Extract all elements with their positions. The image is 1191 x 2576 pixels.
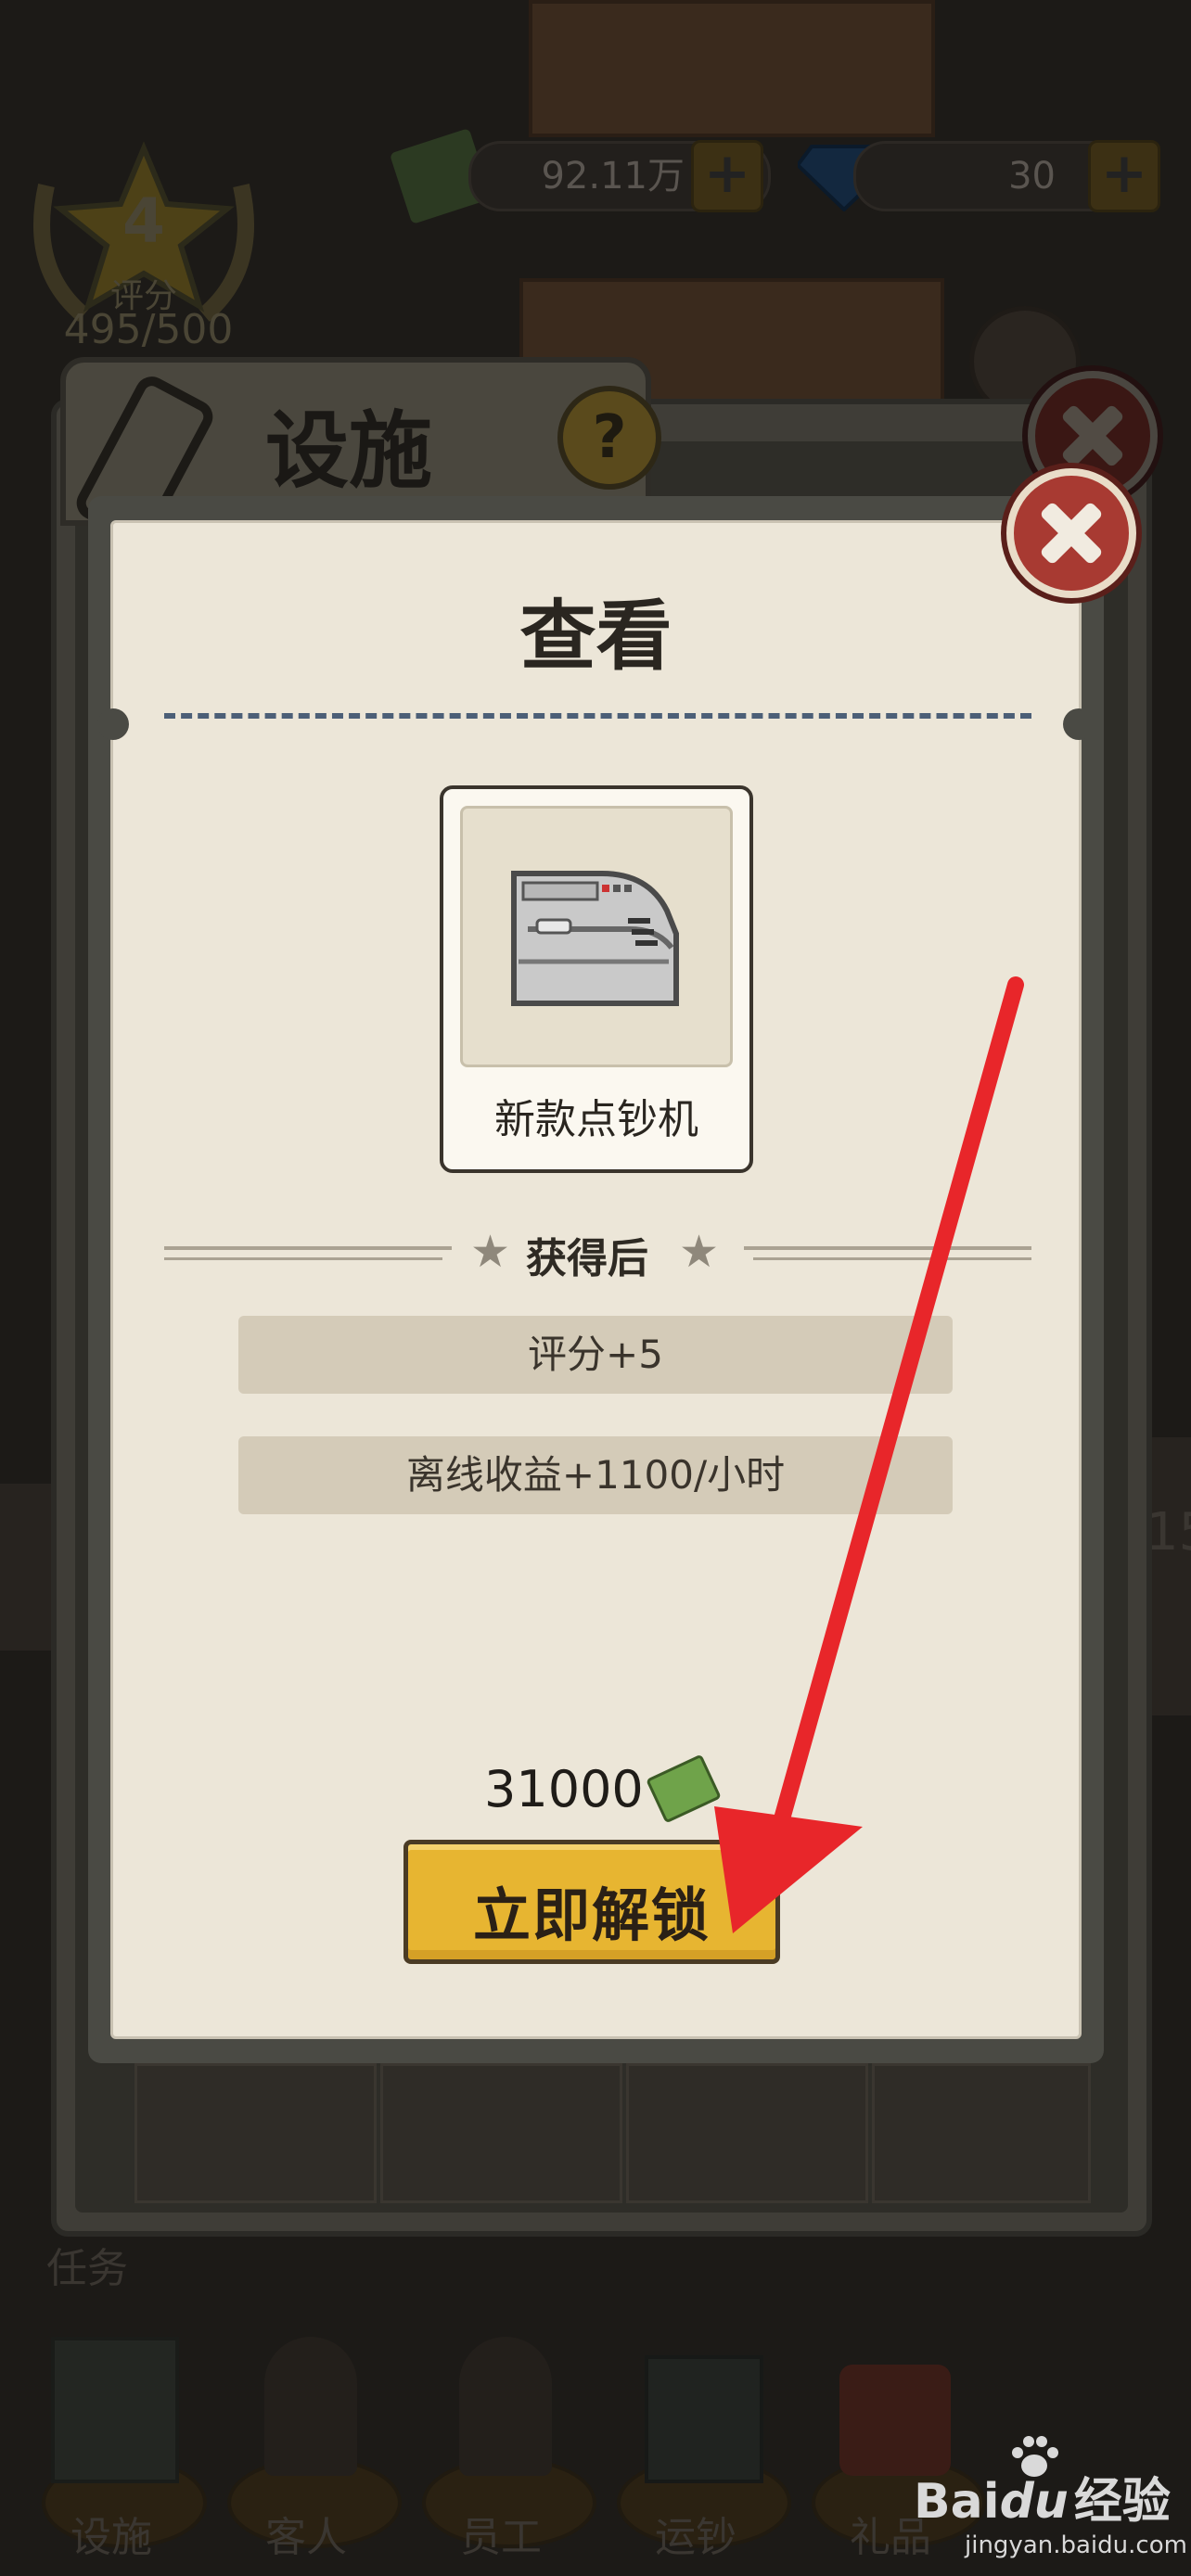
view-dialog: 查看 新款点钞机 ★ 获得后 ★ 评分+5 离线收益+1100/小时 31000… (88, 496, 1104, 2063)
nav-label: 员工 (460, 2514, 542, 2561)
nav-label: 客人 (265, 2514, 347, 2561)
facility-thumbnail[interactable] (872, 2063, 1091, 2203)
item-image (460, 806, 733, 1067)
rating-progress: 495/500 (63, 306, 234, 353)
star-icon: ★ (679, 1226, 720, 1278)
atm-icon (51, 2337, 179, 2483)
background-shelf (529, 0, 935, 137)
stat-rating: 评分+5 (238, 1316, 953, 1394)
side-number: 15 (1146, 1502, 1191, 1562)
facility-thumbnail[interactable] (380, 2063, 622, 2203)
section-line-left (164, 1246, 452, 1250)
guest-icon (264, 2337, 357, 2476)
watermark-url: jingyan.baidu.com (965, 2531, 1187, 2559)
paper-notch (97, 708, 129, 740)
item-name: 新款点钞机 (494, 1096, 698, 1143)
facilities-title: 设施 (265, 402, 432, 500)
cash-icon (645, 1753, 722, 1824)
bill-counter-icon (511, 871, 679, 1006)
nav-label: 设施 (70, 2514, 152, 2561)
nav-cash-transport[interactable]: 运钞 (617, 2337, 791, 2561)
nav-staff[interactable]: 员工 (422, 2337, 596, 2561)
facility-thumbnail[interactable] (134, 2063, 377, 2203)
section-line-right (744, 1246, 1031, 1250)
section-title: 获得后 (526, 1235, 648, 1282)
star-icon: ★ (470, 1226, 511, 1278)
facility-thumbnail[interactable] (626, 2063, 868, 2203)
nav-label: 运钞 (655, 2514, 736, 2561)
paper-notch (1063, 708, 1095, 740)
paw-icon (1006, 2434, 1062, 2480)
gift-icon (839, 2365, 951, 2476)
truck-icon (645, 2355, 763, 2483)
cost-value: 31000 (484, 1759, 644, 1818)
title-divider (164, 713, 1031, 719)
add-cash-button[interactable]: + (691, 140, 763, 212)
nav-facilities[interactable]: 设施 (32, 2337, 207, 2561)
unlock-label: 立即解锁 (472, 1881, 711, 1949)
stat-offline-income: 离线收益+1100/小时 (238, 1436, 953, 1514)
dialog-title: 查看 (519, 593, 672, 681)
staff-icon (459, 2337, 552, 2476)
help-button[interactable]: ? (557, 386, 661, 490)
rating-level: 4 (122, 185, 165, 257)
nav-guests[interactable]: 客人 (227, 2337, 402, 2561)
task-label[interactable]: 任务 (46, 2235, 128, 2294)
unlock-now-button[interactable]: 立即解锁 (403, 1840, 780, 1964)
unlock-cost: 31000 (484, 1753, 722, 1824)
item-card[interactable]: 新款点钞机 (440, 785, 753, 1173)
dialog-paper: 查看 新款点钞机 ★ 获得后 ★ 评分+5 离线收益+1100/小时 31000… (97, 520, 1095, 2039)
close-dialog-button[interactable] (1006, 468, 1136, 598)
rating-badge[interactable]: 4 评分 495/500 (19, 130, 269, 353)
add-gem-button[interactable]: + (1088, 140, 1160, 212)
